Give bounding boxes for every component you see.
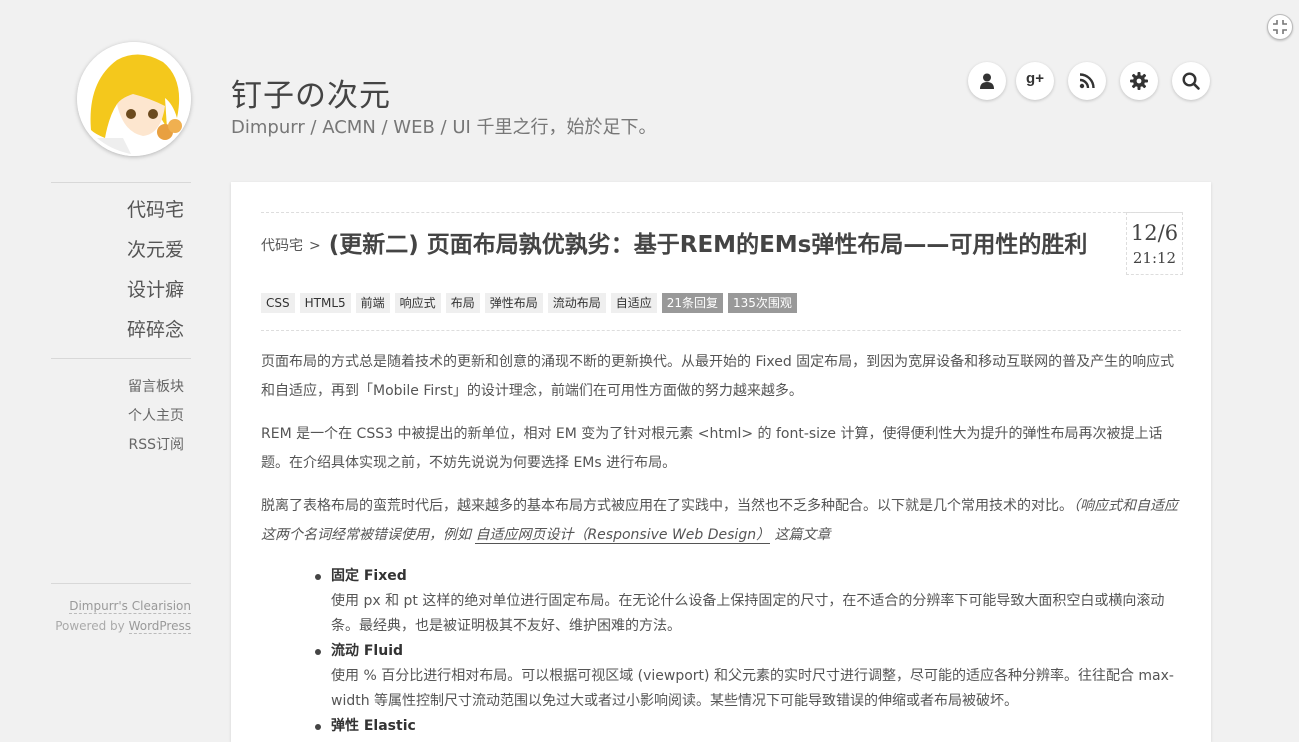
user-icon <box>980 73 994 89</box>
list-item-title: 固定 Fixed <box>331 568 407 584</box>
theme-link[interactable]: Dimpurr's Clearision <box>69 599 191 614</box>
sidebar-link-rss[interactable]: RSS订阅 <box>51 435 184 464</box>
sidebar-footer: Dimpurr's Clearision Powered by WordPres… <box>40 596 191 636</box>
post-card: 代码宅 > (更新二) 页面布局孰优孰劣：基于REM的EMs弹性布局——可用性的胜利… <box>231 182 1211 742</box>
sidebar-item-design[interactable]: 设计癖 <box>51 276 184 316</box>
fullscreen-toggle-button[interactable] <box>1267 14 1293 40</box>
rss-button[interactable] <box>1068 62 1106 100</box>
expand-icon <box>1273 20 1287 34</box>
post-header-divider <box>261 212 1181 213</box>
avatar-image <box>77 42 191 156</box>
list-item: 固定 Fixed 使用 px 和 pt 这样的绝对单位进行固定布局。在无论什么设… <box>315 564 1181 639</box>
paragraph: 页面布局的方式总是随着技术的更新和创意的涌现不断的更新换代。从最开始的 Fixe… <box>261 354 1175 399</box>
post-date: 12/6 21:12 <box>1126 212 1183 275</box>
search-button[interactable] <box>1172 62 1210 100</box>
google-plus-icon: g+ <box>1026 70 1044 87</box>
sidebar-nav: 代码宅 次元爱 设计癖 碎碎念 <box>51 196 184 356</box>
tag-link[interactable]: 响应式 <box>394 293 441 313</box>
sidebar-link-guestbook[interactable]: 留言板块 <box>51 377 184 406</box>
tag-link[interactable]: HTML5 <box>299 293 351 313</box>
gear-icon <box>1130 72 1148 90</box>
tag-link[interactable]: 流动布局 <box>547 293 606 313</box>
list-item-desc: 使用 % 百分比进行相对布局。可以根据可视区域 (viewport) 和父元素的… <box>331 668 1174 709</box>
paragraph: REM 是一个在 CSS3 中被提出的新单位，相对 EM 变为了针对根元素 <h… <box>261 426 1163 471</box>
site-title[interactable]: 钉子の次元 <box>231 70 391 115</box>
sidebar-links: 留言板块 个人主页 RSS订阅 <box>51 377 184 464</box>
article-link[interactable]: 自适应网页设计（Responsive Web Design） <box>475 527 771 544</box>
rss-icon <box>1079 73 1095 89</box>
user-button[interactable] <box>968 62 1006 100</box>
post-content-divider <box>261 330 1181 331</box>
list-item: 流动 Fluid 使用 % 百分比进行相对布局。可以根据可视区域 (viewpo… <box>315 639 1181 714</box>
post-title[interactable]: (更新二) 页面布局孰优孰劣：基于REM的EMs弹性布局——可用性的胜利 <box>329 232 1088 258</box>
tag-link[interactable]: 弹性布局 <box>484 293 543 313</box>
sidebar-item-anime[interactable]: 次元爱 <box>51 236 184 276</box>
sidebar-divider <box>51 182 191 183</box>
post-date-time: 21:12 <box>1132 249 1177 267</box>
site-subtitle: Dimpurr / ACMN / WEB / UI 千里之行，始於足下。 <box>231 117 657 138</box>
search-icon <box>1182 72 1200 90</box>
layout-types-list: 固定 Fixed 使用 px 和 pt 这样的绝对单位进行固定布局。在无论什么设… <box>261 564 1181 739</box>
post-date-day: 12/6 <box>1130 221 1179 245</box>
sidebar-divider <box>51 583 191 584</box>
post-category-link[interactable]: 代码宅 <box>261 238 303 254</box>
tag-link[interactable]: 布局 <box>445 293 480 313</box>
list-item: 弹性 Elastic <box>315 714 1181 739</box>
sidebar-item-misc[interactable]: 碎碎念 <box>51 316 184 356</box>
comments-count-badge[interactable]: 21条回复 <box>661 293 724 313</box>
wordpress-link[interactable]: WordPress <box>128 619 191 634</box>
tag-link[interactable]: CSS <box>261 293 295 313</box>
sidebar-divider <box>51 358 191 359</box>
list-item-title: 弹性 Elastic <box>331 718 416 734</box>
sidebar-item-coding[interactable]: 代码宅 <box>51 196 184 236</box>
powered-by-text: Powered by <box>55 619 129 633</box>
settings-button[interactable] <box>1120 62 1158 100</box>
breadcrumb-separator: > <box>309 238 321 254</box>
note-text: 这篇文章 <box>770 527 831 543</box>
tag-link[interactable]: 前端 <box>355 293 390 313</box>
sidebar-link-homepage[interactable]: 个人主页 <box>51 406 184 435</box>
post-content: 页面布局的方式总是随着技术的更新和创意的涌现不断的更新换代。从最开始的 Fixe… <box>261 348 1181 739</box>
list-item-desc: 使用 px 和 pt 这样的绝对单位进行固定布局。在无论什么设备上保持固定的尺寸… <box>331 593 1165 634</box>
list-item-title: 流动 Fluid <box>331 643 404 659</box>
paragraph: 脱离了表格布局的蛮荒时代后，越来越多的基本布局方式被应用在了实践中，当然也不乏多… <box>261 492 1181 550</box>
tag-link[interactable]: 自适应 <box>610 293 657 313</box>
avatar[interactable] <box>77 42 191 156</box>
paragraph-text: 脱离了表格布局的蛮荒时代后，越来越多的基本布局方式被应用在了实践中，当然也不乏多… <box>261 498 1073 514</box>
post-tags: CSS HTML5 前端 响应式 布局 弹性布局 流动布局 自适应 21条回复 135次围观 <box>261 293 802 313</box>
views-count-badge: 135次围观 <box>728 293 797 313</box>
google-plus-button[interactable]: g+ <box>1016 62 1054 100</box>
post-header: 代码宅 > (更新二) 页面布局孰优孰劣：基于REM的EMs弹性布局——可用性的胜利 <box>261 226 1101 264</box>
